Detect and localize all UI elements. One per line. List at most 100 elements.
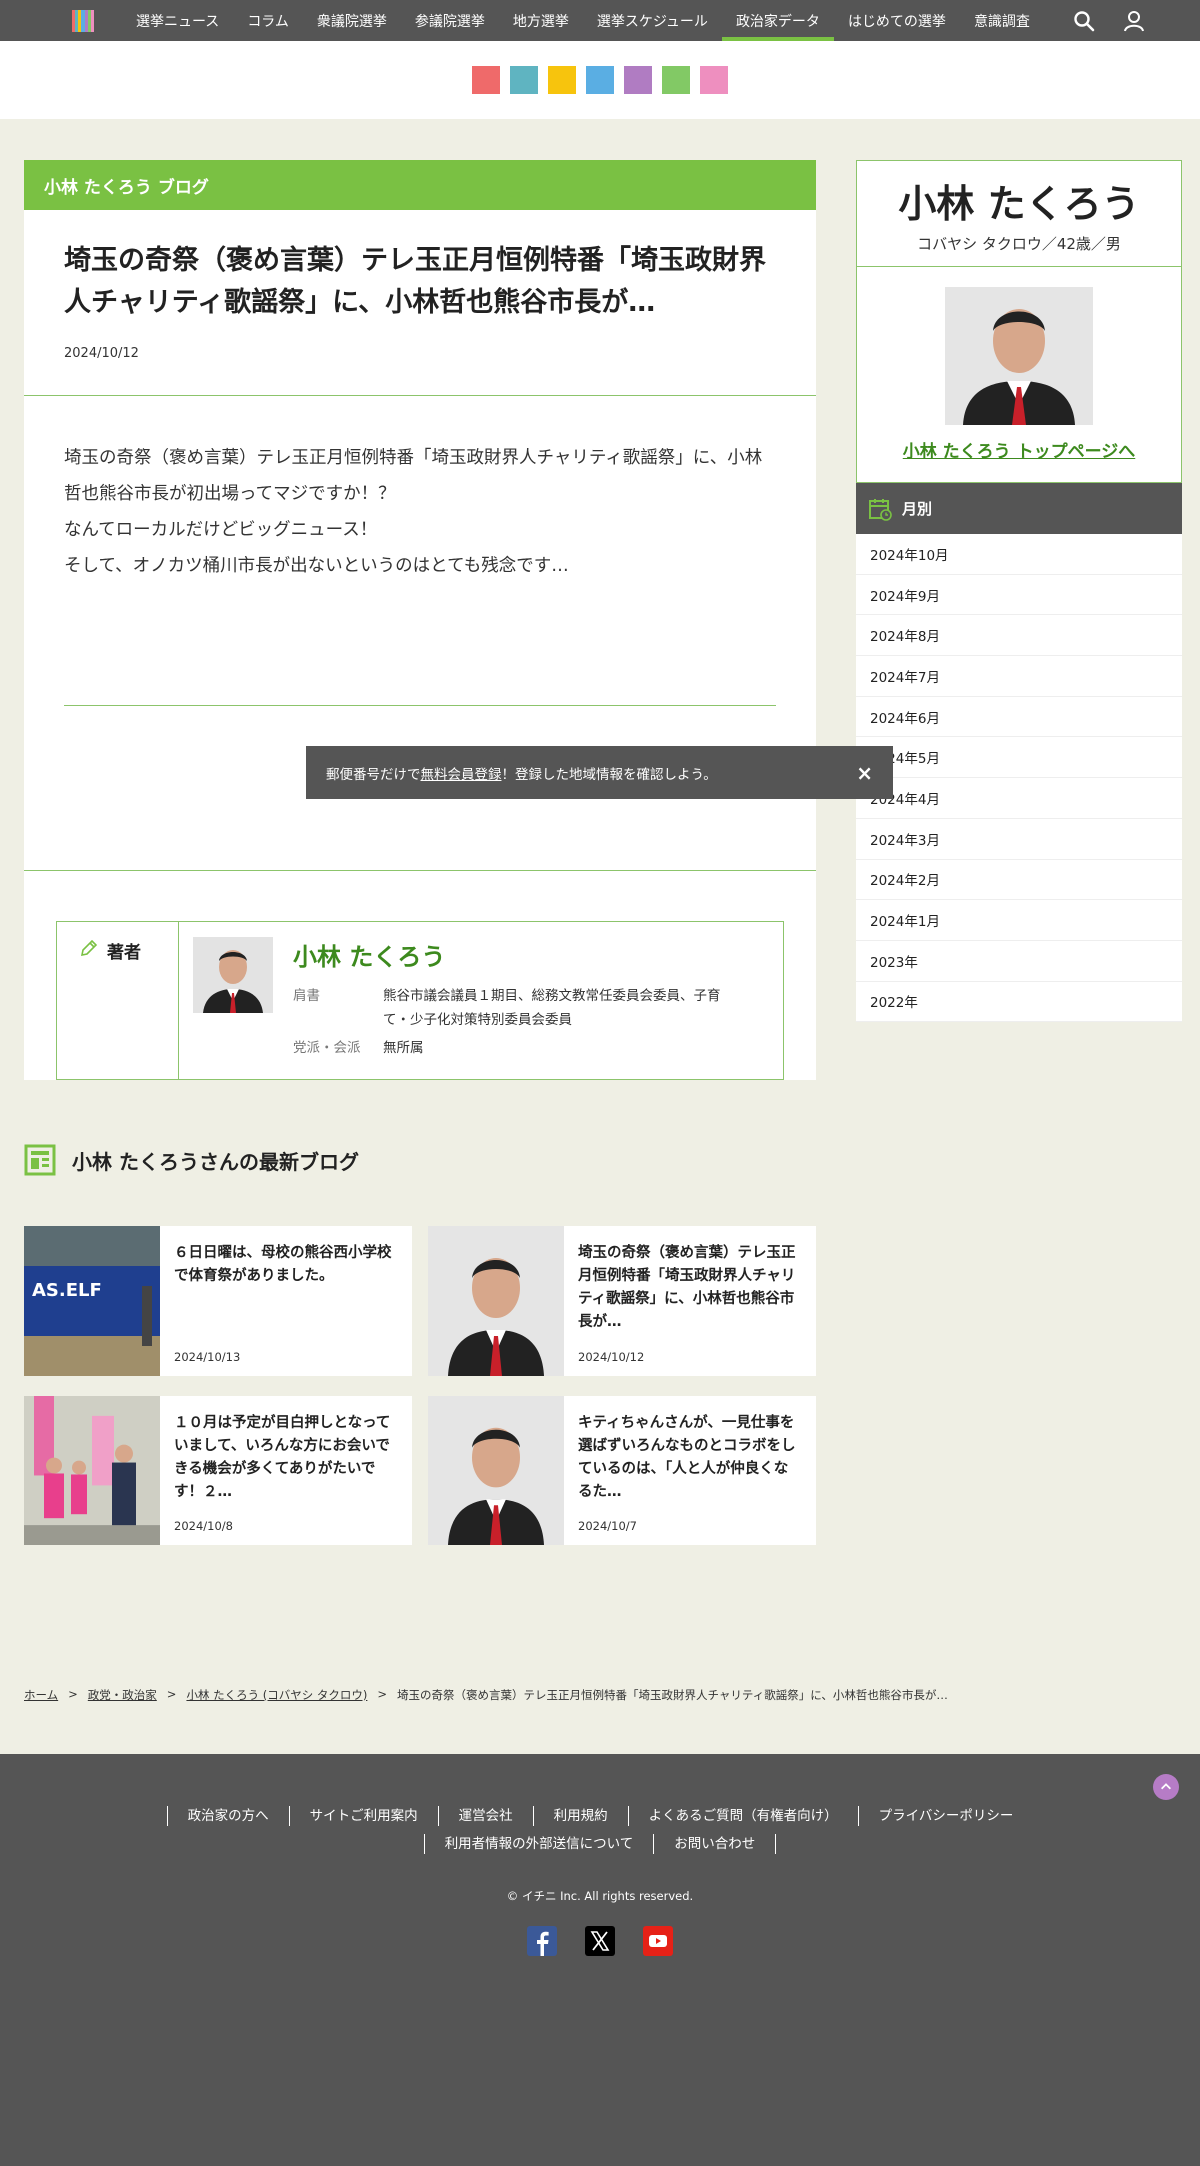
blog-card[interactable]: キティちゃんさんが、一見仕事を選ばずいろんなものとコラボをしているのは、「人と人…: [428, 1396, 816, 1545]
profile-photo[interactable]: [945, 287, 1093, 425]
article-paragraph: 埼玉の奇祭（褒め言葉）テレ玉正月恒例特番「埼玉政財界人チャリティ歌謡祭」に、小林…: [64, 448, 763, 504]
youtube-icon[interactable]: [643, 1926, 673, 1956]
latest-blog-list: AS.ELF ６日日曜は、母校の熊谷西小学校で体育祭がありました。 2024/1…: [24, 1226, 816, 1545]
footer-link-faq[interactable]: よくあるご質問（有権者向け）: [627, 1806, 858, 1826]
blog-thumbnail: [428, 1396, 564, 1545]
blog-icon: [24, 1144, 56, 1176]
toast-text-post: ！登録した地域情報を確認しよう。: [501, 766, 717, 783]
author-party-key: 党派・会派: [293, 1040, 361, 1056]
category-square-purple[interactable]: [624, 66, 652, 94]
breadcrumb-parties[interactable]: 政党・政治家: [88, 1687, 157, 1703]
close-icon[interactable]: ×: [856, 761, 873, 785]
author-title-value: 熊谷市議会議員１期目、総務文教常任委員会委員、子育て・少子化対策特別委員会委員: [383, 988, 721, 1028]
footer-link-privacy[interactable]: プライバシーポリシー: [857, 1806, 1034, 1826]
site-logo[interactable]: [72, 9, 94, 32]
category-color-bar: [0, 41, 1200, 119]
footer-link-politicians[interactable]: 政治家の方へ: [166, 1806, 289, 1826]
nav-election-schedule[interactable]: 選挙スケジュール: [583, 0, 722, 41]
breadcrumb-separator: >: [377, 1687, 388, 1701]
blog-card-title: 埼玉の奇祭（褒め言葉）テレ玉正月恒例特番「埼玉政財界人チャリティ歌謡祭」に、小林…: [578, 1245, 796, 1330]
monthly-archive-title: 月別: [902, 500, 933, 518]
svg-text:AS.ELF: AS.ELF: [32, 1280, 102, 1301]
month-link[interactable]: 2024年8月: [856, 615, 1182, 657]
nav-politician-data[interactable]: 政治家データ: [721, 0, 834, 41]
footer-link-site-guide[interactable]: サイトご利用案内: [288, 1806, 438, 1826]
category-square-green[interactable]: [662, 66, 690, 94]
footer-link-company[interactable]: 運営会社: [437, 1806, 533, 1826]
blog-thumbnail: [428, 1226, 564, 1376]
month-link[interactable]: 2024年2月: [856, 859, 1182, 901]
category-square-blue[interactable]: [586, 66, 614, 94]
nav-election-news[interactable]: 選挙ニュース: [122, 0, 233, 41]
article-body: 埼玉の奇祭（褒め言葉）テレ玉正月恒例特番「埼玉政財界人チャリティ歌謡祭」に、小林…: [24, 396, 816, 584]
blog-header: 小林 たくろう ブログ: [24, 160, 816, 210]
breadcrumb-home[interactable]: ホーム: [24, 1687, 58, 1703]
footer-links: 政治家の方へ サイトご利用案内 運営会社 利用規約 よくあるご質問（有権者向け）…: [60, 1806, 1140, 1854]
social-links: [0, 1926, 1200, 1956]
breadcrumb-person[interactable]: 小林 たくろう (コバヤシ タクロウ): [186, 1687, 367, 1703]
month-link[interactable]: 2024年10月: [856, 534, 1182, 575]
blog-card[interactable]: 埼玉の奇祭（褒め言葉）テレ玉正月恒例特番「埼玉政財界人チャリティ歌謡祭」に、小林…: [428, 1226, 816, 1376]
breadcrumb: ホーム > 政党・政治家 > 小林 たくろう (コバヤシ タクロウ) > 埼玉の…: [24, 1687, 948, 1703]
facebook-icon[interactable]: [527, 1926, 557, 1956]
sidebar: 小林 たくろう コバヤシ タクロウ／42歳／男 小林 たくろう トップページへ …: [856, 160, 1182, 1023]
breadcrumb-current: 埼玉の奇祭（褒め言葉）テレ玉正月恒例特番「埼玉政財界人チャリティ歌謡祭」に、小林…: [397, 1688, 948, 1702]
month-link[interactable]: 2023年: [856, 940, 1182, 982]
month-link[interactable]: 2024年5月: [856, 737, 1182, 779]
author-party-value: 無所属: [383, 1040, 424, 1056]
article-paragraph: なんてローカルだけどビッグニュース！: [64, 520, 378, 540]
author-name[interactable]: 小林 たくろう: [293, 937, 743, 972]
top-nav: 選挙ニュース コラム 衆議院選挙 参議院選挙 地方選挙 選挙スケジュール 政治家…: [0, 0, 1200, 41]
category-square-pink[interactable]: [700, 66, 728, 94]
footer-link-contact[interactable]: お問い合わせ: [654, 1834, 777, 1854]
search-icon[interactable]: [1072, 9, 1096, 33]
user-icon[interactable]: [1122, 9, 1146, 33]
monthly-archive-list: 2024年10月 2024年9月 2024年8月 2024年7月 2024年6月…: [856, 534, 1182, 1023]
breadcrumb-separator: >: [166, 1687, 177, 1701]
blog-card[interactable]: １０月は予定が目白押しとなっていまして、いろんな方にお会いできる機会が多くてあり…: [24, 1396, 412, 1545]
month-link[interactable]: 2024年9月: [856, 574, 1182, 616]
blog-card-date: 2024/10/7: [578, 1519, 637, 1533]
month-link[interactable]: 2024年1月: [856, 900, 1182, 941]
author-photo[interactable]: [193, 937, 273, 1013]
main-column: 小林 たくろう ブログ 埼玉の奇祭（褒め言葉）テレ玉正月恒例特番「埼玉政財界人チ…: [24, 160, 948, 1702]
monthly-archive-header: 月別: [856, 483, 1182, 534]
category-square-teal[interactable]: [510, 66, 538, 94]
blog-card-title: １０月は予定が目白押しとなっていまして、いろんな方にお会いできる機会が多くてあり…: [174, 1415, 391, 1500]
calendar-icon: [869, 498, 892, 521]
month-link[interactable]: 2022年: [856, 981, 1182, 1023]
nav-first-election[interactable]: はじめての選挙: [834, 0, 960, 41]
nav-house-of-representatives[interactable]: 衆議院選挙: [303, 0, 401, 41]
chevron-up-icon[interactable]: [1153, 1774, 1179, 1800]
nav-opinion-survey[interactable]: 意識調査: [960, 0, 1044, 41]
blog-card-date: 2024/10/12: [578, 1350, 645, 1364]
category-square-yellow[interactable]: [548, 66, 576, 94]
author-title-key: 肩書: [293, 988, 320, 1004]
nav-house-of-councillors[interactable]: 参議院選挙: [401, 0, 499, 41]
blog-thumbnail: AS.ELF: [24, 1226, 160, 1376]
blog-article: 小林 たくろう ブログ 埼玉の奇祭（褒め言葉）テレ玉正月恒例特番「埼玉政財界人チ…: [24, 160, 816, 1080]
blog-card-date: 2024/10/13: [174, 1350, 241, 1364]
month-link[interactable]: 2024年7月: [856, 656, 1182, 697]
nav-column[interactable]: コラム: [233, 0, 303, 41]
toast-register-link[interactable]: 無料会員登録: [421, 763, 502, 783]
month-link[interactable]: 2024年6月: [856, 696, 1182, 738]
profile-top-link[interactable]: 小林 たくろう トップページへ: [857, 429, 1181, 482]
month-link[interactable]: 2024年3月: [856, 818, 1182, 860]
profile-card: 小林 たくろう コバヤシ タクロウ／42歳／男 小林 たくろう トップページへ: [856, 160, 1182, 483]
copyright: © イチニ Inc. All rights reserved.: [506, 1889, 694, 1903]
latest-blog-heading: 小林 たくろうさんの最新ブログ: [24, 1144, 816, 1176]
blog-thumbnail: [24, 1396, 160, 1545]
footer: 政治家の方へ サイトご利用案内 運営会社 利用規約 よくあるご質問（有権者向け）…: [0, 1754, 1200, 2166]
blog-card[interactable]: AS.ELF ６日日曜は、母校の熊谷西小学校で体育祭がありました。 2024/1…: [24, 1226, 412, 1376]
x-icon[interactable]: [585, 1926, 615, 1956]
category-square-red[interactable]: [472, 66, 500, 94]
article-title: 埼玉の奇祭（褒め言葉）テレ玉正月恒例特番「埼玉政財界人チャリティ歌謡祭」に、小林…: [64, 245, 766, 318]
footer-link-external-transmission[interactable]: 利用者情報の外部送信について: [423, 1834, 655, 1854]
footer-link-terms[interactable]: 利用規約: [532, 1806, 628, 1826]
profile-kana: コバヤシ タクロウ／42歳／男: [857, 233, 1181, 267]
article-paragraph: そして、オノカツ桶川市長が出ないというのはとても残念です…: [64, 556, 569, 576]
month-link[interactable]: 2024年4月: [856, 778, 1182, 819]
blog-card-title: ６日日曜は、母校の熊谷西小学校で体育祭がありました。: [174, 1245, 392, 1284]
nav-local-election[interactable]: 地方選挙: [499, 0, 583, 41]
